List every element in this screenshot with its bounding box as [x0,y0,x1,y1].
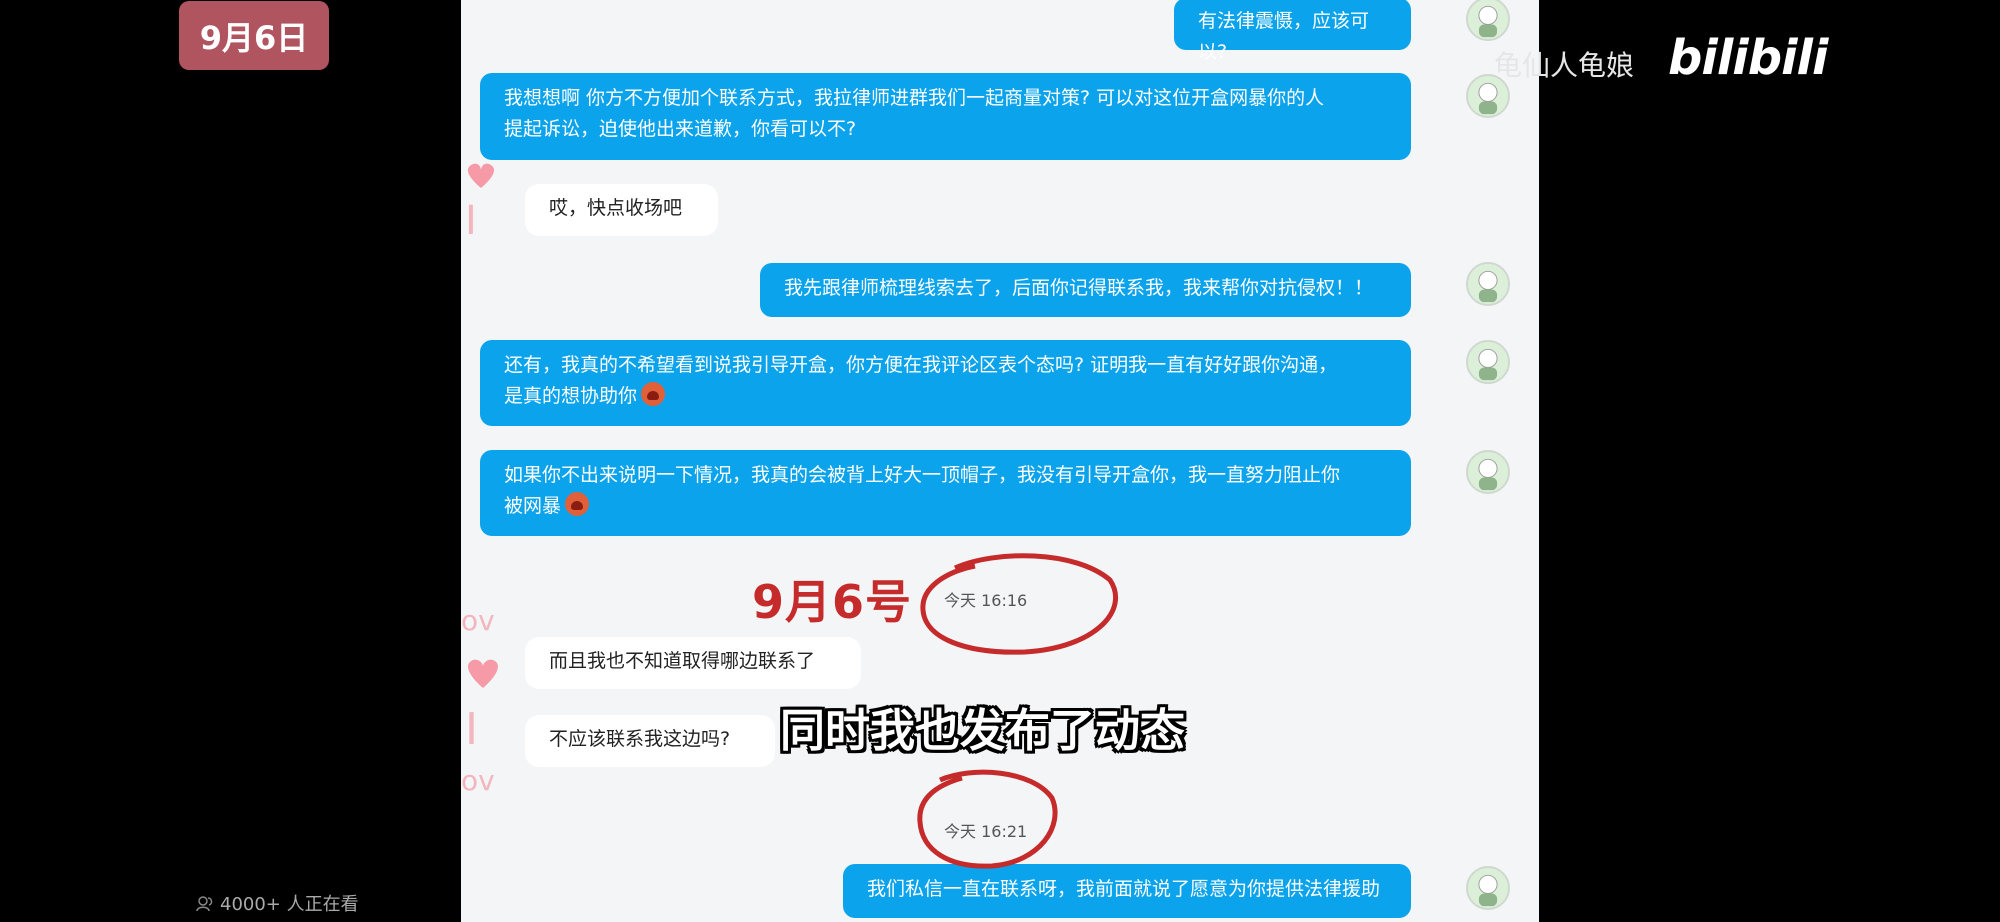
viewer-count: 4000+ 人正在看 [196,890,359,916]
user-avatar[interactable] [1466,262,1510,306]
date-badge: 9月6日 [179,1,329,70]
love-sticker-avatar[interactable]: I [461,160,523,244]
timestamp-circle-annotation [920,553,1118,655]
message-line: 我想想啊 你方不方便加个联系方式，我拉律师进群我们一起商量对策? 可以对这位开盒… [504,87,1325,109]
svg-text:ov: ov [461,764,495,794]
message-line: 还有，我真的不希望看到说我引导开盒，你方便在我评论区表个态吗? 证明我一直有好好… [504,354,1338,376]
message-line: 如果你不出来说明一下情况，我真的会被背上好大一顶帽子，我没有引导开盒你，我一直努… [504,464,1341,486]
svg-text:I: I [465,704,478,755]
message-bubble-outgoing: 我想想啊 你方不方便加个联系方式，我拉律师进群我们一起商量对策? 可以对这位开盒… [480,73,1411,160]
user-avatar[interactable] [1466,340,1510,384]
video-subtitle: 同时我也发布了动态 [780,704,1186,757]
user-avatar[interactable] [1466,0,1510,41]
message-bubble-incoming: 不应该联系我这边吗? [525,715,775,767]
message-line: 被网暴 [504,491,1387,522]
svg-text:I: I [465,198,477,242]
message-bubble-outgoing: 还有，我真的不希望看到说我引导开盒，你方便在我评论区表个态吗? 证明我一直有好好… [480,340,1411,426]
message-bubble-outgoing: 如果你不出来说明一下情况，我真的会被背上好大一顶帽子，我没有引导开盒你，我一直努… [480,450,1411,536]
user-avatar[interactable] [1466,450,1510,494]
user-avatar[interactable] [1466,866,1510,910]
message-bubble-outgoing: 有法律震慑，应该可以? [1174,0,1411,63]
bilibili-logo: bilibili [1668,30,1828,86]
love-sticker-avatar[interactable]: ov I ov [461,604,523,797]
svg-text:ov: ov [461,604,495,637]
timestamp-circle-annotation [917,769,1058,869]
crying-emoji-icon [565,492,590,516]
viewers-icon [196,896,213,912]
uploader-watermark: 龟仙人龟娘 [1494,49,1635,82]
date-annotation: 9月6号 [752,575,913,629]
message-line: 是真的想协助你 [504,381,1387,412]
message-bubble-incoming: 而且我也不知道取得哪边联系了 [525,637,861,689]
crying-emoji-icon [641,382,666,406]
message-bubble-incoming: 哎，快点收场吧 [525,184,718,236]
message-bubble-outgoing: 我们私信一直在联系呀，我前面就说了愿意为你提供法律援助 [843,864,1411,918]
message-line: 提起诉讼，迫使他出来道歉，你看可以不? [504,118,857,140]
message-bubble-outgoing: 我先跟律师梳理线索去了，后面你记得联系我，我来帮你对抗侵权！！ [760,263,1411,317]
viewer-count-text: 4000+ 人正在看 [220,894,359,915]
